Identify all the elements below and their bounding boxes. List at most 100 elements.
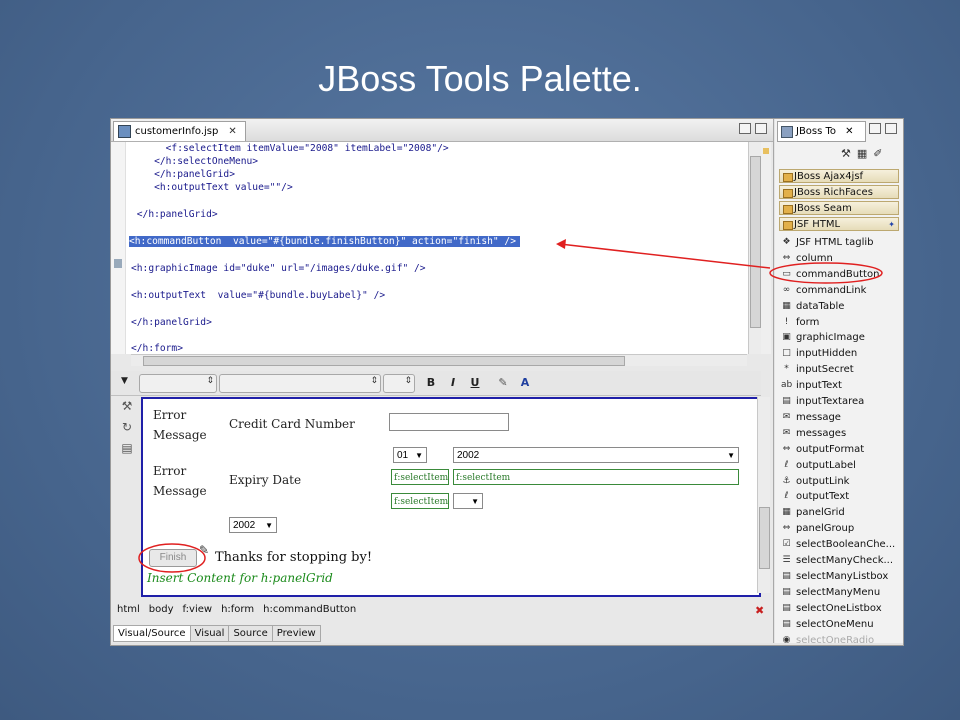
font-combo[interactable]: ⇕	[219, 374, 381, 393]
palette-item-inputtext[interactable]: ab inputText	[781, 378, 842, 393]
code-line[interactable]: </h:panelGrid>	[131, 209, 218, 220]
style-combo[interactable]: ⇕	[139, 374, 217, 393]
close-icon[interactable]: ✕	[845, 122, 853, 141]
highlight-color-icon[interactable]: ✎	[495, 375, 511, 391]
palette-item-commandlink[interactable]: ∞ commandLink	[781, 283, 867, 298]
underline-button[interactable]: U	[467, 375, 483, 391]
breadcrumb-item[interactable]: h:commandButton	[263, 604, 356, 615]
close-icon[interactable]: ✖	[755, 604, 764, 617]
palette-item-selectmanylistbox[interactable]: ▤ selectManyListbox	[781, 569, 888, 584]
palette-item-form[interactable]: ! form	[781, 315, 820, 330]
year-select[interactable]: 2002 ▼	[453, 447, 739, 463]
code-line-selected[interactable]: <h:commandButton value="#{bundle.finishB…	[129, 236, 520, 247]
duke-image-icon: ✎	[199, 543, 210, 557]
minimize-icon[interactable]	[739, 123, 751, 134]
scroll-thumb[interactable]	[143, 356, 625, 366]
tab-preview[interactable]: Preview	[271, 625, 321, 642]
select-item-tag[interactable]: f:selectItem	[391, 469, 449, 485]
palette-item-selectmanymenu[interactable]: ▤ selectManyMenu	[781, 585, 880, 600]
editor-pane: customerInfo.jsp ✕ <f:selectItem itemVal…	[111, 119, 774, 643]
close-icon[interactable]: ✕	[228, 122, 236, 141]
palette-item-selectonelistbox[interactable]: ▤ selectOneListbox	[781, 601, 881, 616]
palette-group-seam[interactable]: JBoss Seam	[779, 201, 899, 215]
select-item-tag[interactable]: f:selectItem	[453, 469, 739, 485]
tab-visual-source[interactable]: Visual/Source	[113, 625, 190, 642]
format-toolbar: ▼ ⇕ ⇕ ⇕ B I U ✎ A	[111, 371, 761, 396]
select-item-tag[interactable]: f:selectItem	[391, 493, 449, 509]
breadcrumb-item[interactable]: h:form	[221, 604, 254, 615]
tab-visual[interactable]: Visual	[189, 625, 229, 642]
palette-item-inputsecret[interactable]: * inputSecret	[781, 362, 853, 377]
font-color-icon[interactable]: A	[517, 375, 533, 391]
palette-item-column[interactable]: ⇔ column	[781, 251, 833, 266]
scroll-thumb[interactable]	[759, 507, 770, 569]
palette-item-message[interactable]: ✉ message	[781, 410, 841, 425]
finish-button[interactable]: Finish	[149, 549, 197, 567]
palette-group-jsf-html[interactable]: JSF HTML ✦	[779, 217, 899, 231]
palette-item-outputlabel[interactable]: ℓ outputLabel	[781, 458, 856, 473]
palette-item-inputhidden[interactable]: □ inputHidden	[781, 346, 857, 361]
size-combo[interactable]: ⇕	[383, 374, 415, 393]
palette-item-graphicimage[interactable]: ▣ graphicImage	[781, 330, 865, 345]
tab-source[interactable]: Source	[228, 625, 272, 642]
italic-button[interactable]: I	[445, 375, 461, 391]
chevron-down-icon[interactable]: ▼	[121, 376, 128, 386]
year-select-2[interactable]: 2002 ▼	[229, 517, 277, 533]
palette-item-panelgrid[interactable]: ▦ panelGrid	[781, 505, 845, 520]
palette-group-ajax4jsf[interactable]: JBoss Ajax4jsf	[779, 169, 899, 183]
palette-group-richfaces[interactable]: JBoss RichFaces	[779, 185, 899, 199]
commandlink-icon: ∞	[782, 284, 791, 295]
palette-item-messages[interactable]: ✉ messages	[781, 426, 846, 441]
code-line[interactable]: <h:outputText value="#{bundle.buyLabel}"…	[131, 290, 385, 301]
source-code-area[interactable]: <f:selectItem itemValue="2008" itemLabel…	[111, 142, 759, 354]
palette-item-selectonemenu[interactable]: ▤ selectOneMenu	[781, 617, 873, 632]
overview-ruler	[761, 142, 771, 354]
source-vertical-scrollbar[interactable]	[748, 142, 761, 354]
source-horizontal-scrollbar[interactable]	[131, 354, 747, 366]
palette-item-inputtextarea[interactable]: ▤ inputTextarea	[781, 394, 864, 409]
visual-editor-canvas[interactable]: Error Message Credit Card Number 01 ▼ 200…	[141, 397, 761, 597]
refresh-icon[interactable]: ↻	[119, 420, 135, 436]
palette-item-panelgroup[interactable]: ⇔ panelGroup	[781, 521, 854, 536]
palette-item-outputtext[interactable]: ℓ outputText	[781, 489, 850, 504]
tools-icon[interactable]: ⚒	[841, 147, 851, 160]
bold-button[interactable]: B	[423, 375, 439, 391]
minimize-icon[interactable]	[869, 123, 881, 134]
palette-item-label: panelGrid	[796, 507, 845, 519]
breadcrumb-item[interactable]: f:view	[183, 604, 213, 615]
month-select[interactable]: 01 ▼	[393, 447, 427, 463]
code-line[interactable]: </h:selectOneMenu>	[131, 156, 258, 167]
code-line[interactable]: <h:outputText value=""/>	[131, 182, 293, 193]
code-line[interactable]: </h:panelGrid>	[131, 317, 212, 328]
credit-card-input[interactable]	[389, 413, 509, 431]
palette-item-outputformat[interactable]: ⇔ outputFormat	[781, 442, 865, 457]
slide-title: JBoss Tools Palette.	[318, 58, 642, 99]
panelgrid-icon: ▦	[782, 507, 791, 518]
palette-item-commandbutton[interactable]: ▭ commandButton	[781, 267, 879, 282]
palette-item-selectoneradio[interactable]: ◉ selectOneRadio	[781, 633, 875, 644]
code-line[interactable]: <h:graphicImage id="duke" url="/images/d…	[131, 263, 426, 274]
breadcrumb-item[interactable]: html	[117, 604, 140, 615]
palette-item-outputlink[interactable]: ⚓ outputLink	[781, 474, 849, 489]
import-icon[interactable]: ▦	[857, 147, 867, 160]
preview-icon[interactable]: ▤	[119, 441, 135, 457]
code-line[interactable]: <f:selectItem itemValue="2008" itemLabel…	[131, 143, 449, 154]
scroll-thumb[interactable]	[750, 156, 761, 328]
palette-tab[interactable]: JBoss To ✕	[777, 121, 866, 142]
code-line[interactable]: </h:form>	[131, 343, 183, 354]
editor-tab[interactable]: customerInfo.jsp ✕	[113, 121, 246, 141]
palette-item-selectbooleancheckbox[interactable]: ☑ selectBooleanChe...	[781, 537, 895, 552]
breadcrumb-item[interactable]: body	[149, 604, 174, 615]
visual-vertical-scrollbar[interactable]	[757, 397, 770, 593]
maximize-icon[interactable]	[755, 123, 767, 134]
palette-item-label: commandButton	[796, 268, 880, 280]
tools-icon[interactable]: ⚒	[119, 399, 135, 415]
maximize-icon[interactable]	[885, 123, 897, 134]
palette-item-jsf-taglib[interactable]: ❖ JSF HTML taglib	[781, 235, 873, 250]
code-line[interactable]: </h:panelGrid>	[131, 169, 235, 180]
overview-marker[interactable]	[763, 148, 769, 154]
palette-item-datatable[interactable]: ▦ dataTable	[781, 299, 844, 314]
palette-item-selectmanycheckbox[interactable]: ☰ selectManyCheck...	[781, 553, 893, 568]
edit-icon[interactable]: ✐	[873, 147, 882, 160]
small-select[interactable]: ▼	[453, 493, 483, 509]
